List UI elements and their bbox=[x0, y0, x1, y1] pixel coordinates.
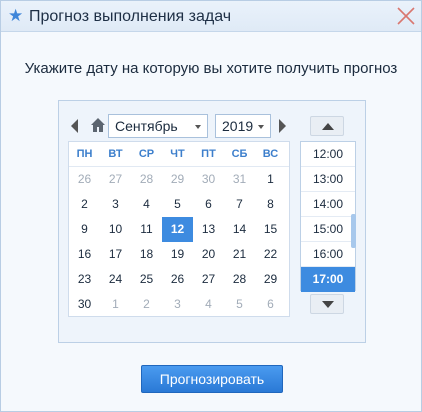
time-option[interactable]: 15:00 bbox=[301, 217, 355, 242]
calendar-day[interactable]: 9 bbox=[69, 217, 100, 242]
calendar-day[interactable]: 2 bbox=[131, 292, 162, 317]
home-button[interactable] bbox=[89, 114, 107, 136]
calendar-day[interactable]: 29 bbox=[162, 167, 193, 192]
weekday-header: ПН ВТ СР ЧТ ПТ СБ ВС bbox=[69, 142, 289, 167]
year-select[interactable]: 2019 bbox=[215, 114, 271, 138]
forecast-button[interactable]: Прогнозировать bbox=[141, 365, 283, 393]
calendar-day[interactable]: 5 bbox=[162, 192, 193, 217]
calendar-day[interactable]: 19 bbox=[162, 242, 193, 267]
calendar-day[interactable]: 10 bbox=[100, 217, 131, 242]
calendar-day[interactable]: 26 bbox=[162, 267, 193, 292]
calendar-day-selected[interactable]: 12 bbox=[162, 217, 193, 242]
calendar-day[interactable]: 26 bbox=[69, 167, 100, 192]
month-value: Сентябрь bbox=[115, 118, 178, 134]
time-option-selected[interactable]: 17:00 bbox=[301, 267, 355, 292]
calendar-day[interactable]: 1 bbox=[100, 292, 131, 317]
calendar-day[interactable]: 16 bbox=[69, 242, 100, 267]
calendar-day[interactable]: 8 bbox=[255, 192, 286, 217]
calendar-week: 26 27 28 29 30 31 1 bbox=[69, 167, 289, 192]
calendar-day[interactable]: 4 bbox=[131, 192, 162, 217]
time-scrollbar[interactable] bbox=[351, 214, 356, 248]
calendar-day[interactable]: 21 bbox=[224, 242, 255, 267]
calendar-day[interactable]: 23 bbox=[69, 267, 100, 292]
calendar-day[interactable]: 14 bbox=[224, 217, 255, 242]
weekday-wed: СР bbox=[138, 148, 155, 160]
calendar-day[interactable]: 15 bbox=[255, 217, 286, 242]
chevron-down-icon bbox=[258, 125, 264, 129]
calendar-week: 23 24 25 26 27 28 29 bbox=[69, 267, 289, 292]
calendar-day[interactable]: 5 bbox=[224, 292, 255, 317]
calendar-day[interactable]: 17 bbox=[100, 242, 131, 267]
calendar-week: 9 10 11 12 13 14 15 bbox=[69, 217, 289, 242]
home-icon bbox=[91, 118, 105, 132]
calendar-day[interactable]: 20 bbox=[193, 242, 224, 267]
star-icon: ★ bbox=[8, 6, 24, 25]
calendar-day[interactable]: 31 bbox=[224, 167, 255, 192]
calendar-day[interactable]: 7 bbox=[224, 192, 255, 217]
prompt-text: Укажите дату на которую вы хотите получи… bbox=[24, 60, 398, 77]
calendar-day[interactable]: 28 bbox=[224, 267, 255, 292]
month-select[interactable]: Сентябрь bbox=[108, 114, 208, 138]
calendar-day[interactable]: 6 bbox=[193, 192, 224, 217]
calendar-day[interactable]: 3 bbox=[162, 292, 193, 317]
calendar-day[interactable]: 4 bbox=[193, 292, 224, 317]
time-list: 12:00 13:00 14:00 15:00 16:00 17:00 bbox=[300, 141, 356, 292]
calendar-day[interactable]: 1 bbox=[255, 167, 286, 192]
calendar-day[interactable]: 30 bbox=[193, 167, 224, 192]
chevron-left-icon bbox=[71, 119, 78, 133]
calendar-day[interactable]: 18 bbox=[131, 242, 162, 267]
year-value: 2019 bbox=[222, 118, 254, 134]
weekday-fri: ПТ bbox=[201, 148, 216, 160]
time-option[interactable]: 14:00 bbox=[301, 192, 355, 217]
chevron-down-icon bbox=[195, 125, 201, 129]
weekday-mon: ПН bbox=[76, 148, 93, 160]
calendar-week: 2 3 4 5 6 7 8 bbox=[69, 192, 289, 217]
weekday-thu: ЧТ bbox=[170, 148, 185, 160]
calendar-day[interactable]: 28 bbox=[131, 167, 162, 192]
next-month-button[interactable] bbox=[274, 113, 290, 139]
arrow-down-icon bbox=[322, 301, 334, 308]
time-option[interactable]: 12:00 bbox=[301, 142, 355, 167]
calendar-day[interactable]: 2 bbox=[69, 192, 100, 217]
chevron-right-icon bbox=[279, 119, 286, 133]
calendar-week: 30 1 2 3 4 5 6 bbox=[69, 292, 289, 317]
time-scroll-down-button[interactable] bbox=[310, 294, 344, 314]
calendar-day[interactable]: 30 bbox=[69, 292, 100, 317]
calendar-day[interactable]: 25 bbox=[131, 267, 162, 292]
close-button[interactable] bbox=[395, 5, 417, 27]
calendar-day[interactable]: 29 bbox=[255, 267, 286, 292]
forecast-dialog: ★ Прогноз выполнения задач Укажите дату … bbox=[0, 0, 422, 412]
calendar-day[interactable]: 3 bbox=[100, 192, 131, 217]
calendar-day[interactable]: 13 bbox=[193, 217, 224, 242]
arrow-up-icon bbox=[322, 123, 334, 130]
time-scroll-up-button[interactable] bbox=[310, 116, 344, 136]
datetime-picker: Сентябрь 2019 ПН ВТ СР ЧТ ПТ СБ ВС 26 27… bbox=[58, 100, 366, 343]
calendar-day[interactable]: 22 bbox=[255, 242, 286, 267]
calendar-day[interactable]: 27 bbox=[100, 167, 131, 192]
calendar-day[interactable]: 11 bbox=[131, 217, 162, 242]
title-bar: ★ Прогноз выполнения задач bbox=[1, 1, 421, 32]
calendar-day[interactable]: 24 bbox=[100, 267, 131, 292]
calendar-week: 16 17 18 19 20 21 22 bbox=[69, 242, 289, 267]
calendar-day[interactable]: 27 bbox=[193, 267, 224, 292]
weekday-sat: СБ bbox=[231, 148, 248, 160]
close-icon bbox=[397, 7, 415, 25]
calendar-day[interactable]: 6 bbox=[255, 292, 286, 317]
calendar-grid: ПН ВТ СР ЧТ ПТ СБ ВС 26 27 28 29 30 31 1… bbox=[68, 141, 290, 317]
weekday-sun: ВС bbox=[262, 148, 279, 160]
dialog-title: Прогноз выполнения задач bbox=[29, 8, 232, 25]
time-option[interactable]: 13:00 bbox=[301, 167, 355, 192]
weekday-tue: ВТ bbox=[108, 148, 123, 160]
time-option[interactable]: 16:00 bbox=[301, 242, 355, 267]
prev-month-button[interactable] bbox=[67, 113, 83, 139]
